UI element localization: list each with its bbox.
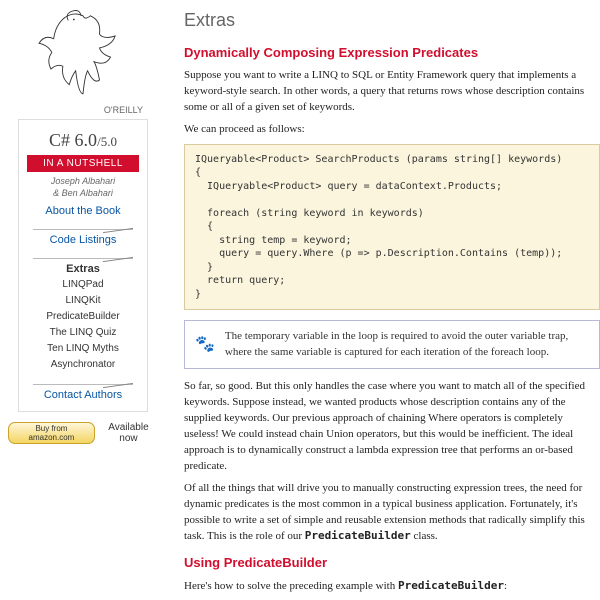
book-tagline: IN A NUTSHELL (27, 155, 139, 172)
divider-icon (33, 376, 133, 385)
section-heading-1: Dynamically Composing Expression Predica… (184, 45, 600, 60)
nav-listings[interactable]: Code Listings (23, 234, 143, 246)
sub-linqpad[interactable]: LINQPad (23, 277, 143, 292)
note-text: The temporary variable in the loop is re… (225, 329, 589, 360)
book-title: C# 6.0/5.0 (23, 130, 143, 151)
section-heading-2: Using PredicateBuilder (184, 555, 600, 570)
page-title: Extras (184, 10, 600, 31)
sub-linqkit[interactable]: LINQKit (23, 293, 143, 308)
buy-amazon-button[interactable]: Buy from amazon.com (8, 422, 95, 444)
buy-row: Buy from amazon.com Available now (8, 422, 158, 444)
book-cover: C# 6.0/5.0 IN A NUTSHELL Joseph Albahari… (18, 119, 148, 412)
paw-icon: 🐾 (195, 337, 215, 353)
bird-illustration (28, 5, 138, 100)
nav-extras-current: Extras (23, 263, 143, 275)
note-box: 🐾 The temporary variable in the loop is … (184, 320, 600, 369)
nav-extras-sublinks: LINQPad LINQKit PredicateBuilder The LIN… (23, 277, 143, 372)
paragraph: We can proceed as follows: (184, 122, 600, 138)
publisher-label: O'REILLY (8, 105, 143, 115)
availability-label: Available now (99, 422, 158, 444)
sidebar: O'REILLY C# 6.0/5.0 IN A NUTSHELL Joseph… (0, 0, 166, 600)
paragraph: Suppose you want to write a LINQ to SQL … (184, 68, 600, 116)
divider-icon (33, 221, 133, 230)
sub-linq-quiz[interactable]: The LINQ Quiz (23, 325, 143, 340)
paragraph: So far, so good. But this only handles t… (184, 379, 600, 475)
sub-ten-myths[interactable]: Ten LINQ Myths (23, 341, 143, 356)
paragraph: Here's how to solve the preceding exampl… (184, 578, 600, 595)
code-block-1: IQueryable<Product> SearchProducts (para… (184, 144, 600, 311)
nav-contact[interactable]: Contact Authors (23, 389, 143, 401)
book-authors: Joseph Albahari & Ben Albahari (23, 176, 143, 199)
nav-about[interactable]: About the Book (23, 205, 143, 217)
sub-predicatebuilder[interactable]: PredicateBuilder (23, 309, 143, 324)
paragraph: Of all the things that will drive you to… (184, 481, 600, 546)
divider-icon (33, 250, 133, 259)
main-content: Extras Dynamically Composing Expression … (166, 0, 600, 600)
sub-asynchronator[interactable]: Asynchronator (23, 357, 143, 372)
